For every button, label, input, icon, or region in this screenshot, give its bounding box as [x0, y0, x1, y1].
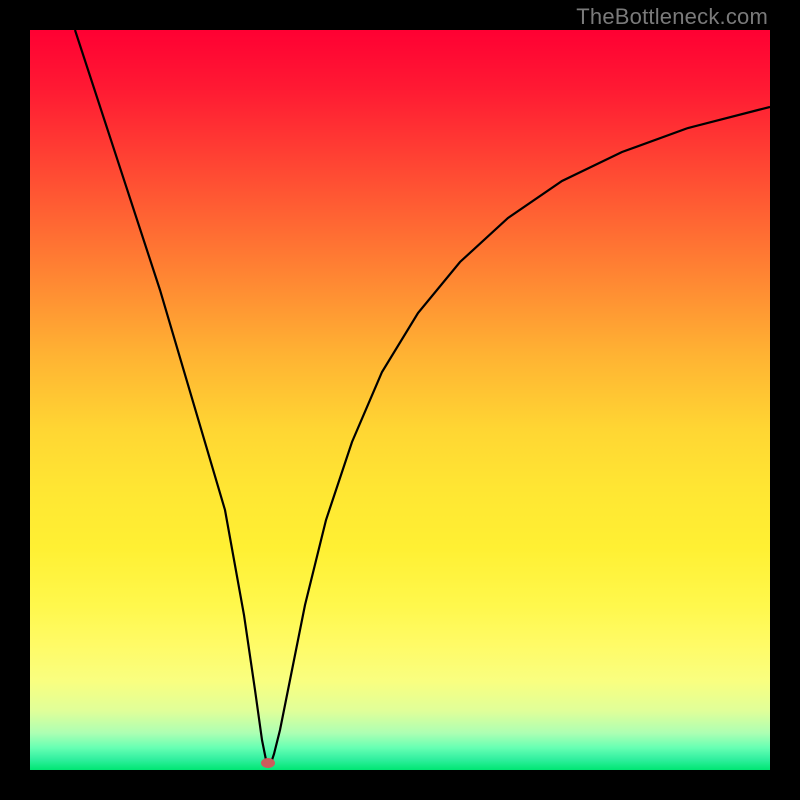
- bottleneck-curve: [75, 30, 770, 766]
- plot-area: [30, 30, 770, 770]
- chart-frame: TheBottleneck.com: [0, 0, 800, 800]
- optimum-marker: [261, 758, 275, 768]
- curve-layer: [30, 30, 770, 770]
- watermark-text: TheBottleneck.com: [576, 4, 768, 30]
